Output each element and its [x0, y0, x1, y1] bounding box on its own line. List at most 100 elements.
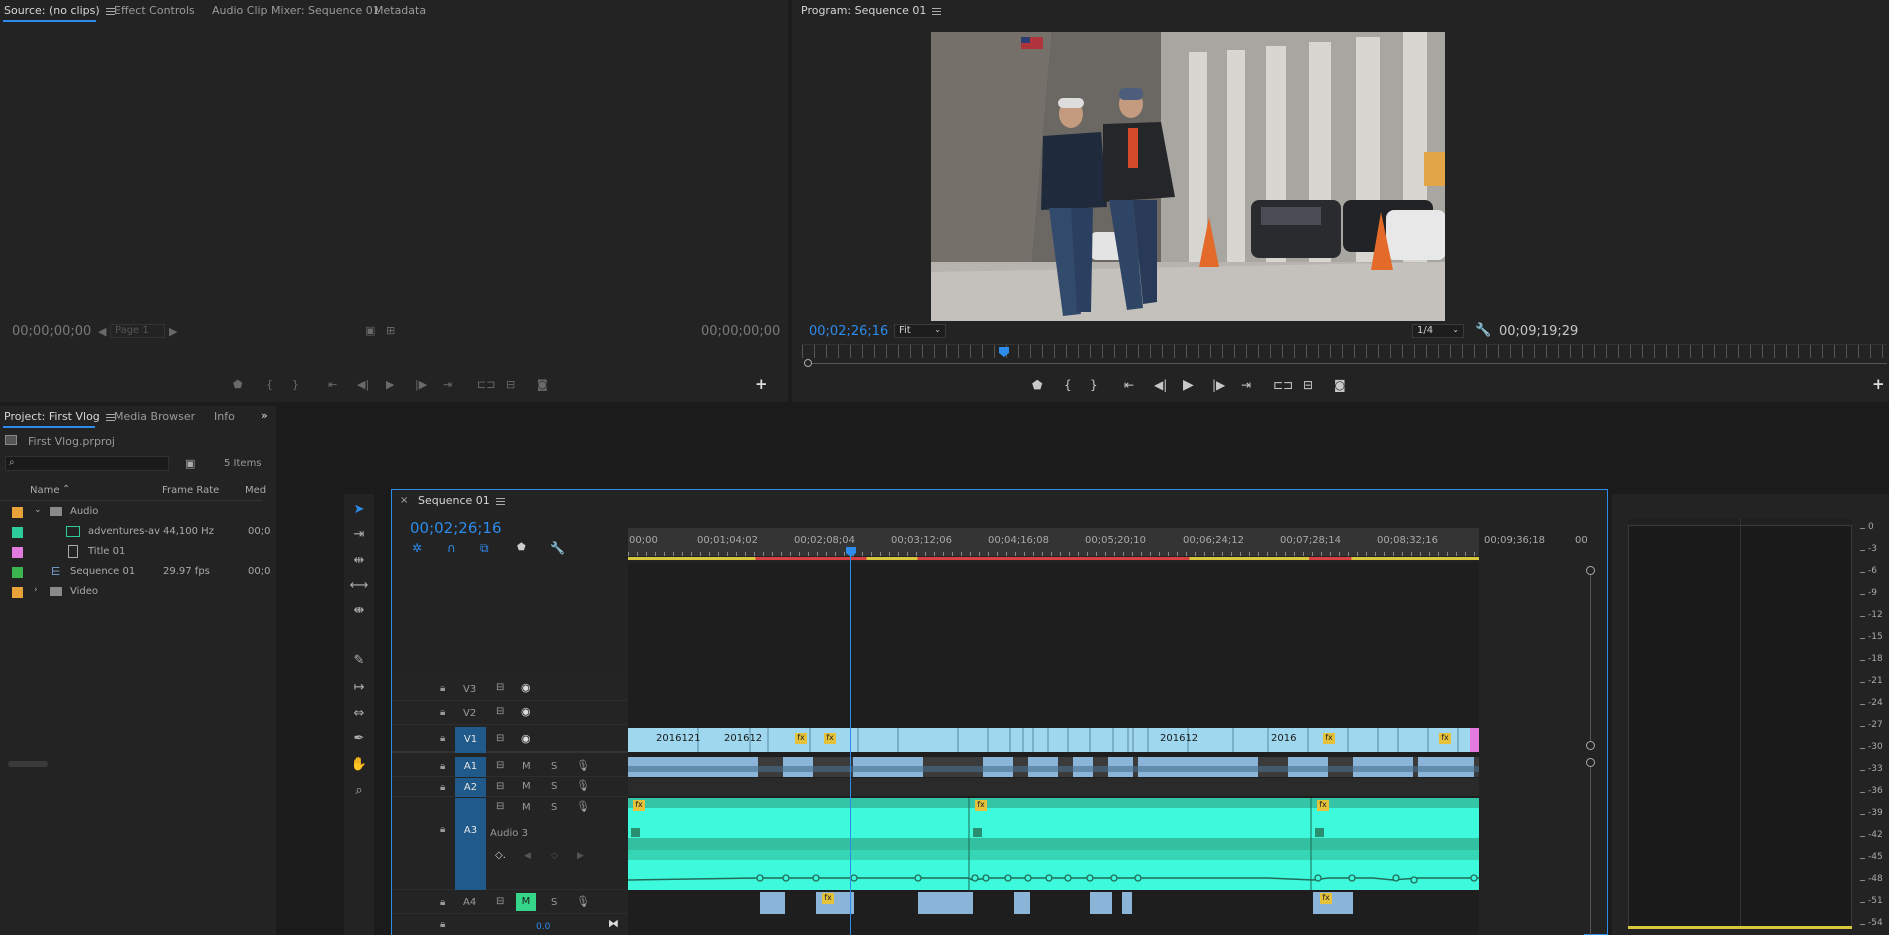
rolling-edit-tool-icon[interactable]: ⟷	[349, 578, 369, 593]
track-select-tool-icon[interactable]: ⇥	[349, 527, 369, 542]
track-name[interactable]: V2	[463, 708, 476, 719]
track-name[interactable]: A3	[455, 798, 486, 890]
export-frame-icon[interactable]: ◙	[537, 378, 548, 391]
solo-button[interactable]: S	[551, 897, 557, 908]
toggle-sync-icon[interactable]: ⊟	[496, 896, 504, 907]
go-to-in-icon[interactable]: ⇤	[1124, 378, 1134, 392]
tab-source[interactable]: Source: (no clips)	[4, 4, 115, 17]
microphone-icon[interactable]: 🎙︎	[576, 779, 590, 792]
keyframe-toggle-icon[interactable]: ◇.	[495, 850, 506, 861]
snap-magnet-icon[interactable]: ∩	[447, 541, 456, 555]
program-video-frame[interactable]	[931, 32, 1445, 321]
fx-badge[interactable]: fx	[633, 800, 645, 811]
tab-effect-controls[interactable]: Effect Controls	[114, 4, 195, 17]
a1-clip-track[interactable]	[628, 757, 1479, 777]
tab-info[interactable]: Info	[214, 410, 235, 423]
tab-sequence[interactable]: Sequence 01	[418, 494, 505, 507]
column-frame-rate[interactable]: Frame Rate	[162, 485, 219, 496]
play-icon[interactable]: ▶	[386, 378, 394, 391]
nest-toggle-icon[interactable]: ✲	[412, 541, 422, 555]
label-color-swatch[interactable]	[12, 507, 23, 518]
step-forward-icon[interactable]: |▶	[1212, 378, 1225, 392]
video-scroll-handle[interactable]	[1586, 741, 1595, 750]
linked-selection-icon[interactable]: ⧉	[480, 541, 489, 556]
source-timecode-left[interactable]: 00;00;00;00	[12, 324, 91, 339]
zoom-tool-icon[interactable]: ⌕	[349, 783, 369, 798]
add-marker-icon[interactable]: ⬟	[1032, 378, 1042, 392]
slide-tool-icon[interactable]: ⇔	[349, 706, 369, 721]
program-zoom-bar[interactable]	[812, 363, 1887, 364]
mark-in-icon[interactable]: {	[266, 378, 273, 391]
audio-scroll-handle[interactable]	[1586, 758, 1595, 767]
wrench-icon[interactable]: 🔧	[1475, 323, 1491, 338]
pen-tool-icon[interactable]: ✒	[349, 731, 369, 746]
fx-badge[interactable]: fx	[1317, 800, 1329, 811]
lock-icon[interactable]: 🔒︎	[440, 761, 445, 772]
column-name[interactable]: Name	[30, 485, 60, 496]
lock-icon[interactable]: 🔒︎	[440, 683, 445, 694]
go-to-out-icon[interactable]: ⇥	[443, 378, 452, 391]
tab-project[interactable]: Project: First Vlog	[4, 410, 115, 423]
toggle-sync-icon[interactable]: ⊟	[496, 781, 504, 792]
toggle-sync-icon[interactable]: ⊟	[496, 706, 504, 717]
quality-select[interactable]: 1/4 ⌄	[1412, 324, 1464, 338]
play-icon[interactable]: ▶	[1183, 377, 1194, 393]
mute-button[interactable]: M	[522, 761, 531, 772]
fx-badge[interactable]: fx	[975, 800, 987, 811]
extract-icon[interactable]: ⊟	[1303, 378, 1313, 392]
chevron-right-icon[interactable]: ›	[34, 585, 38, 595]
lock-icon[interactable]: 🔒︎	[440, 782, 445, 793]
lock-icon[interactable]: 🔒︎	[440, 733, 445, 744]
list-item[interactable]: › Video	[0, 582, 262, 602]
program-scrub-ruler[interactable]	[802, 344, 1887, 358]
label-color-swatch[interactable]	[12, 547, 23, 558]
add-keyframe-icon[interactable]: ◇	[551, 851, 558, 861]
rate-stretch-tool-icon[interactable]: ⇼	[349, 603, 369, 618]
list-item[interactable]: adventures-av 44,100 Hz 00;0	[0, 522, 270, 542]
selection-tool-icon[interactable]: ➤	[349, 502, 369, 517]
tab-metadata[interactable]: Metadata	[374, 4, 426, 17]
eye-icon[interactable]: ◉	[521, 732, 531, 745]
fx-badge[interactable]: fx	[1439, 733, 1451, 744]
step-back-icon[interactable]: ◀|	[1154, 378, 1167, 392]
solo-button[interactable]: S	[551, 802, 557, 813]
close-tab-icon[interactable]: ×	[400, 495, 408, 506]
add-marker-icon[interactable]: ⬟	[517, 542, 526, 553]
fx-badge[interactable]: fx	[822, 893, 834, 904]
ripple-edit-tool-icon[interactable]: ⇹	[349, 553, 369, 568]
hand-tool-icon[interactable]: ✋	[349, 757, 369, 772]
a3-clip-track[interactable]	[628, 798, 1479, 890]
insert-icon[interactable]: ⊏⊐	[477, 378, 495, 391]
panel-menu-icon[interactable]	[932, 7, 942, 15]
toggle-sync-icon[interactable]: ⊟	[496, 682, 504, 693]
track-name[interactable]: A2	[455, 778, 486, 797]
overflow-chevron-icon[interactable]: »	[261, 409, 268, 422]
tab-program[interactable]: Program: Sequence 01	[801, 4, 942, 17]
timeline-settings-icon[interactable]: 🔧	[550, 541, 565, 555]
razor-tool-icon[interactable]: ✎	[349, 653, 369, 668]
track-name[interactable]: V3	[463, 684, 476, 695]
label-color-swatch[interactable]	[12, 527, 23, 538]
safe-margins-icon[interactable]: ▣	[365, 324, 375, 337]
lock-icon[interactable]: 🔒︎	[440, 919, 445, 930]
microphone-icon[interactable]: 🎙︎	[576, 800, 590, 813]
chevron-down-icon[interactable]: ⌄	[34, 505, 42, 515]
next-keyframe-icon[interactable]: ▶	[577, 851, 584, 861]
video-scroll-handle[interactable]	[1586, 566, 1595, 575]
solo-button[interactable]: S	[551, 761, 557, 772]
fx-badge[interactable]: fx	[795, 733, 807, 744]
step-back-icon[interactable]: ◀|	[357, 378, 369, 391]
lock-icon[interactable]: 🔒︎	[440, 707, 445, 718]
overwrite-icon[interactable]: ⊟	[506, 378, 515, 391]
mark-out-icon[interactable]: }	[1090, 378, 1098, 392]
master-volume-value[interactable]: 0.0	[536, 922, 550, 932]
lock-icon[interactable]: 🔒︎	[440, 824, 445, 835]
eye-icon[interactable]: ◉	[521, 705, 531, 718]
fx-badge[interactable]: fx	[1323, 733, 1335, 744]
toggle-sync-icon[interactable]: ⊟	[496, 760, 504, 771]
new-bin-icon[interactable]: ▣	[185, 457, 195, 470]
search-input[interactable]: ⌕	[5, 456, 169, 471]
track-name[interactable]: A1	[455, 757, 486, 777]
mute-button-active[interactable]: M	[516, 893, 536, 911]
eye-icon[interactable]: ◉	[521, 681, 531, 694]
